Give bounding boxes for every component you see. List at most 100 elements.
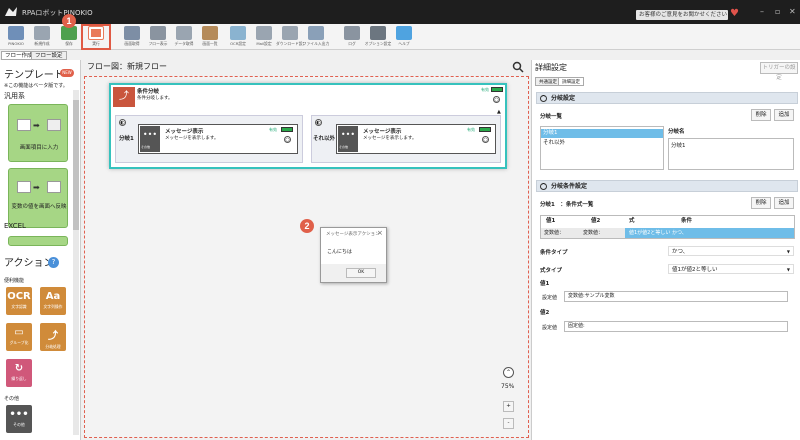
condition-list-label: 分岐1 ：条件式一覧 (540, 202, 594, 208)
restore-icon[interactable]: ▫ (775, 8, 780, 16)
minimize-icon[interactable]: – (760, 8, 764, 16)
screen-list-icon (202, 26, 218, 40)
delete-button[interactable]: 削除 (751, 109, 771, 121)
scroll-up-icon[interactable]: ⌃ (503, 367, 514, 378)
branch-settings-header[interactable]: ^ 分岐設定 (536, 92, 798, 104)
sidebar: テンプレート NEW ※この機能はベータ版です。 汎用系 ➡ 画面項目に入力 ➡… (0, 60, 81, 440)
value1-input[interactable]: 変数値:サンプル変数 (564, 291, 788, 302)
message-block[interactable]: ••• その他 メッセージ表示 メッセージを表示します。 有効 ○ (336, 124, 496, 154)
pinokio-button[interactable]: PINOKIO (2, 25, 30, 49)
app-logo-icon (5, 7, 17, 16)
new-button[interactable]: 新規作成 (28, 25, 56, 49)
enable-toggle[interactable] (491, 87, 503, 92)
list-item[interactable]: それ以外 (541, 139, 663, 148)
condition-type-select[interactable]: かつ、 ▼ (668, 246, 794, 256)
variable-icon (17, 181, 31, 193)
help-button[interactable]: ヘルプ (390, 25, 418, 49)
zoom-out-button[interactable]: - (503, 418, 514, 429)
branch-lane-2: ◐ それ以外 ••• その他 メッセージ表示 メッセージを表示します。 有効 ○ (311, 115, 501, 163)
message-title: メッセージ表示 (363, 129, 402, 135)
ocr-settings-icon (230, 26, 246, 40)
run-button[interactable]: 実行 (81, 24, 111, 50)
value2-input[interactable]: 固定値: (564, 321, 788, 332)
log-button[interactable]: ログ (338, 25, 366, 49)
ribbon-label: ログ (348, 41, 356, 46)
ocr-settings-button[interactable]: OCR設定 (224, 25, 252, 49)
sidebar-scrollbar[interactable] (73, 90, 79, 435)
enable-toggle[interactable] (281, 127, 293, 132)
ribbon-label: 保存 (65, 41, 73, 46)
file-io-button[interactable]: ファイル入出力 (302, 25, 330, 49)
zoom-in-button[interactable]: + (503, 401, 514, 412)
branch-name-label: 分岐名 (668, 129, 685, 135)
value1-field-label: 設定値 (542, 295, 558, 301)
dots-icon: ••• (9, 409, 29, 420)
add-button[interactable]: 追加 (774, 197, 794, 209)
condition-block[interactable]: ⤴ 条件分岐 条件分岐します。 有効 ○ ▲ ◐ 分岐1 ••• その他 メッセ… (109, 83, 507, 169)
template-card-excel[interactable] (8, 236, 68, 246)
branch-icon: ⤴ (48, 331, 58, 342)
action-ocr[interactable]: OCR 文字認識 (6, 287, 32, 315)
expand-icon[interactable]: ○ (482, 136, 489, 143)
screen-capture-button[interactable]: 画面取得 (118, 25, 146, 49)
expand-icon[interactable]: ○ (493, 96, 500, 103)
action-group[interactable]: ▭ グループ化 (6, 323, 32, 351)
dialog-close-icon[interactable]: × (377, 229, 383, 237)
condition-settings-header[interactable]: ^ 分岐条件設定 (536, 180, 798, 192)
tab-flow-settings[interactable]: フロー設定 (31, 51, 67, 60)
ribbon-label: 実行 (92, 41, 100, 46)
dialog-title: メッセージ表示アクション (326, 232, 380, 237)
message-dialog: メッセージ表示アクション × こんにちは OK (320, 227, 387, 283)
condition-title: 条件分岐 (137, 89, 160, 95)
sidebar-tabs: フロー作成 フロー設定 (0, 50, 84, 60)
branch-marker-icon: ◐ (119, 119, 126, 126)
action-loop[interactable]: ↻ 繰り返し (6, 359, 32, 387)
table-row[interactable]: 変数値： 変数値： 値1が値2と等しい かつ、 (541, 228, 794, 238)
close-window-icon[interactable]: ✕ (789, 8, 796, 16)
flow-view-button[interactable]: フロー表示 (144, 25, 172, 49)
screen-capture-icon (124, 26, 140, 40)
branch-list[interactable]: 分岐1 それ以外 (540, 126, 664, 170)
delete-button[interactable]: 削除 (751, 197, 771, 209)
form-icon (47, 181, 61, 193)
options-button[interactable]: オプション設定 (364, 25, 392, 49)
dialog-ok-button[interactable]: OK (346, 268, 376, 278)
panel-title: 詳細設定 (535, 63, 567, 72)
expression-type-label: 式タイプ (540, 268, 563, 274)
mail-settings-button[interactable]: Mail設定 (250, 25, 278, 49)
ocr-icon: OCR (7, 291, 31, 302)
feedback-link[interactable]: お客様のご意見をお聞かせください (636, 10, 728, 20)
heart-icon[interactable]: ♥ (730, 9, 739, 19)
template-card-input[interactable]: ➡ 画面項目に入力 (8, 104, 68, 162)
condition-table[interactable]: 値1 値2 式 条件 変数値： 変数値： 値1が値2と等しい かつ、 (540, 215, 795, 239)
screen-list-button[interactable]: 画面一覧 (196, 25, 224, 49)
search-icon[interactable] (512, 61, 524, 73)
data-fetch-button[interactable]: データ取得 (170, 25, 198, 49)
flow-canvas[interactable]: ⤴ 条件分岐 条件分岐します。 有効 ○ ▲ ◐ 分岐1 ••• その他 メッセ… (84, 76, 529, 438)
download-settings-button[interactable]: ダウンロード設定 (276, 25, 304, 49)
enable-toggle[interactable] (479, 127, 491, 132)
action-other[interactable]: ••• その他 (6, 405, 32, 433)
value1-label: 値1 (540, 281, 550, 287)
branch-label: それ以外 (313, 136, 336, 142)
scroll-thumb[interactable] (73, 100, 79, 230)
template-card-variable[interactable]: ➡ 変数の値を画面へ反映 (8, 168, 68, 228)
detail-panel: 詳細設定 トリガーの設定 共通設定 詳細設定 ^ 分岐設定 分岐一覧 削除 追加 … (531, 60, 800, 440)
expand-icon[interactable]: ○ (284, 136, 291, 143)
expression-type-select[interactable]: 値1が値2と等しい ▼ (668, 264, 794, 274)
zoom-level: 75% (501, 383, 515, 390)
message-block[interactable]: ••• その他 メッセージ表示 メッセージを表示します。 有効 ○ (138, 124, 298, 154)
trigger-button[interactable]: トリガーの設定 (760, 62, 798, 81)
ribbon-label: PINOKIO (8, 41, 24, 46)
action-string[interactable]: Aa 文字列操作 (40, 287, 66, 315)
branch-marker-icon: ◐ (315, 119, 322, 126)
action-heading: アクション (4, 258, 54, 269)
list-item[interactable]: 分岐1 (541, 129, 663, 138)
branch-name-input[interactable]: 分岐1 (668, 138, 794, 170)
save-button[interactable]: 保存 (55, 25, 83, 49)
tab-detail-settings[interactable]: 詳細設定 (558, 77, 584, 86)
action-branch[interactable]: ⤴ 分岐処理 (40, 323, 66, 351)
help-icon[interactable]: ? (48, 257, 59, 268)
template-name: 変数の値を画面へ反映 (11, 204, 67, 210)
add-button[interactable]: 追加 (774, 109, 794, 121)
